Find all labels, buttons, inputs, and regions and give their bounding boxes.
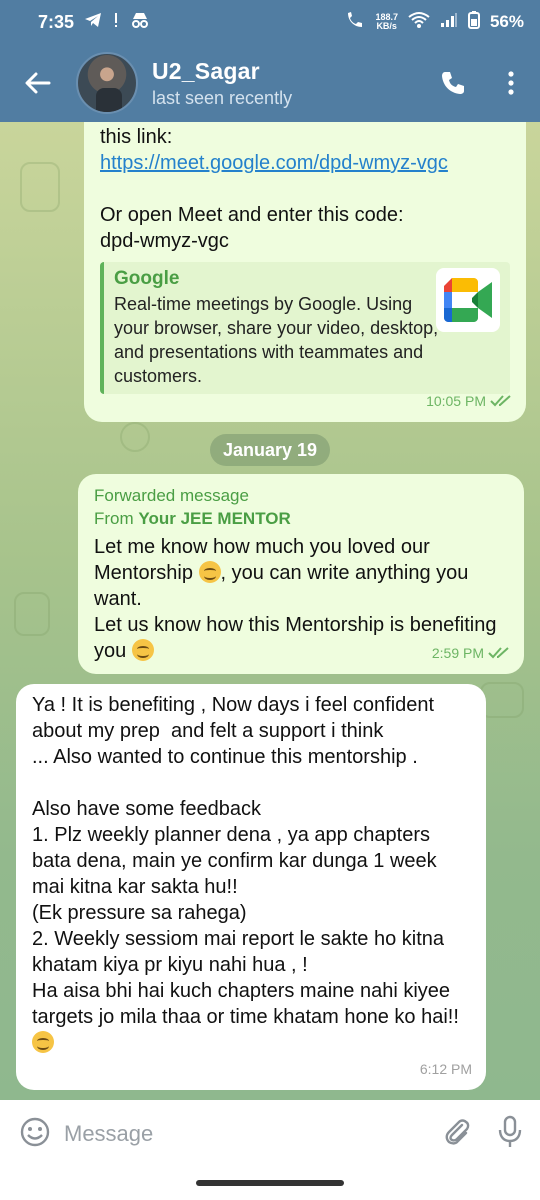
message-text: Or open Meet and enter this code: (100, 204, 404, 226)
message-time: 6:12 PM (419, 1061, 472, 1077)
sad-face-emoji-icon (32, 1031, 54, 1053)
avatar[interactable] (76, 52, 138, 114)
link-preview[interactable]: Google Real-time meetings by Google. Usi… (100, 262, 510, 394)
message-input[interactable] (50, 1121, 442, 1147)
battery-icon (467, 10, 480, 34)
double-check-icon (490, 395, 511, 407)
emoji-button[interactable] (20, 1117, 50, 1152)
status-bar: 7:35 188.7 KB/s 56% (0, 0, 540, 44)
telegram-notification-icon (84, 12, 102, 33)
google-meet-logo-icon (436, 268, 500, 332)
microphone-icon (498, 1115, 522, 1147)
incognito-icon (130, 12, 150, 33)
message-time: 10:05 PM (426, 393, 486, 409)
chat-title[interactable]: U2_Sagar last seen recently (152, 58, 424, 109)
message-text: this link: (100, 126, 173, 148)
message-text: Ya ! It is benefiting , Now days i feel … (32, 694, 459, 1028)
smile-icon (20, 1117, 50, 1146)
background-pattern (120, 422, 150, 452)
contact-name: U2_Sagar (152, 57, 260, 84)
smiling-face-emoji-icon (131, 639, 154, 661)
meeting-code: dpd-wmyz-vgc (100, 230, 229, 252)
wifi-calling-icon (345, 11, 365, 34)
paperclip-icon (445, 1118, 470, 1145)
network-speed-unit: KB/s (376, 21, 397, 31)
message-bubble-outgoing[interactable]: this link: https://meet.google.com/dpd-w… (84, 122, 526, 422)
back-button[interactable] (0, 44, 76, 122)
date-divider: January 19 (210, 434, 330, 466)
home-gesture-handle[interactable] (196, 1180, 344, 1186)
double-check-icon (488, 647, 509, 659)
navigation-bar (0, 1168, 540, 1200)
message-time: 2:59 PM (431, 645, 484, 661)
message-meta: 6:12 PM (420, 1056, 472, 1082)
forwarded-from[interactable]: From Your JEE MENTOR (94, 507, 508, 530)
chat-header: U2_Sagar last seen recently (0, 44, 540, 122)
forwarded-label: Forwarded message (94, 486, 249, 505)
preview-description: Real-time meetings by Google. Using your… (114, 294, 439, 386)
background-pattern (480, 682, 524, 718)
message-meta: 10:05 PM (426, 388, 512, 414)
background-pattern (14, 592, 50, 636)
network-speed: 188.7 KB/s (375, 13, 398, 31)
background-pattern (20, 162, 60, 212)
call-button[interactable] (424, 44, 482, 122)
clock: 7:35 (38, 11, 75, 32)
voice-message-button[interactable] (498, 1115, 522, 1154)
message-text: Let me know how much you loved our Mento… (94, 536, 469, 610)
alert-icon (112, 12, 120, 33)
more-options-button[interactable] (482, 44, 540, 122)
last-seen-status: last seen recently (152, 87, 293, 108)
meet-link[interactable]: https://meet.google.com/dpd-wmyz-vgc (100, 150, 510, 176)
phone-icon (442, 72, 464, 94)
wifi-icon (408, 11, 430, 34)
smiling-face-emoji-icon (198, 561, 221, 583)
message-meta: 2:59 PM (432, 640, 510, 666)
arrow-left-icon (25, 72, 51, 94)
battery-percent: 56% (489, 12, 524, 31)
attach-button[interactable] (442, 1117, 472, 1152)
more-vertical-icon (508, 71, 514, 95)
message-bubble-incoming[interactable]: Ya ! It is benefiting , Now days i feel … (16, 684, 486, 1090)
message-bubble-forwarded[interactable]: Forwarded message From Your JEE MENTOR L… (78, 474, 524, 674)
chat-messages[interactable]: this link: https://meet.google.com/dpd-w… (0, 122, 540, 1100)
composer (0, 1100, 540, 1168)
signal-icon (440, 12, 458, 33)
forwarded-source: Your JEE MENTOR (138, 509, 291, 528)
